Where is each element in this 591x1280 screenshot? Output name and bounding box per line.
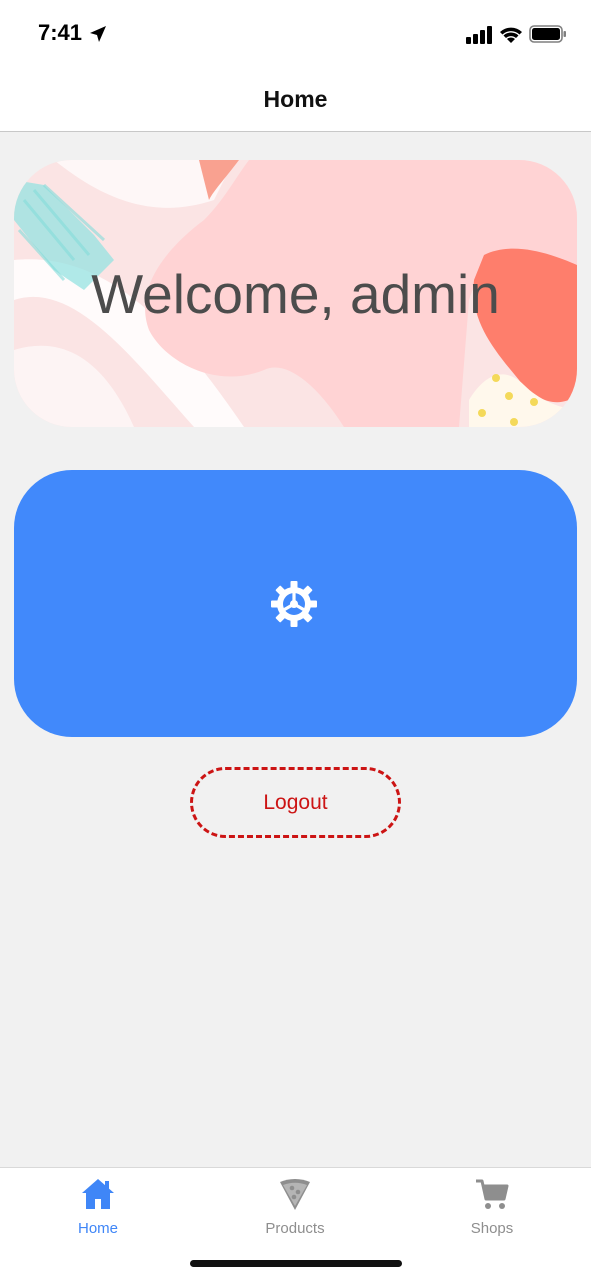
home-icon (82, 1179, 114, 1209)
tab-products[interactable]: Products (225, 1168, 365, 1248)
gear-icon (271, 581, 317, 627)
location-arrow-icon (90, 26, 106, 42)
status-bar: 7:41 (0, 0, 591, 66)
tab-home[interactable]: Home (28, 1168, 168, 1248)
wifi-icon (500, 27, 522, 43)
page-title: Home (263, 86, 328, 112)
cart-icon (476, 1179, 509, 1209)
cellular-signal-icon (466, 26, 492, 44)
welcome-banner: Welcome, admin (14, 160, 577, 427)
home-indicator (190, 1260, 402, 1267)
status-time: 7:41 (38, 20, 83, 45)
tab-label-products: Products (265, 1220, 325, 1237)
tab-label-home: Home (77, 1220, 118, 1237)
battery-icon (529, 25, 566, 43)
tab-label-shops: Shops (470, 1220, 514, 1237)
tab-shops[interactable]: Shops (422, 1168, 562, 1248)
settings-button[interactable] (14, 470, 577, 737)
welcome-message: Welcome, admin (91, 263, 500, 325)
logout-button[interactable]: Logout (190, 767, 401, 838)
navigation-header: Home (0, 66, 591, 132)
pizza-icon (280, 1179, 310, 1210)
